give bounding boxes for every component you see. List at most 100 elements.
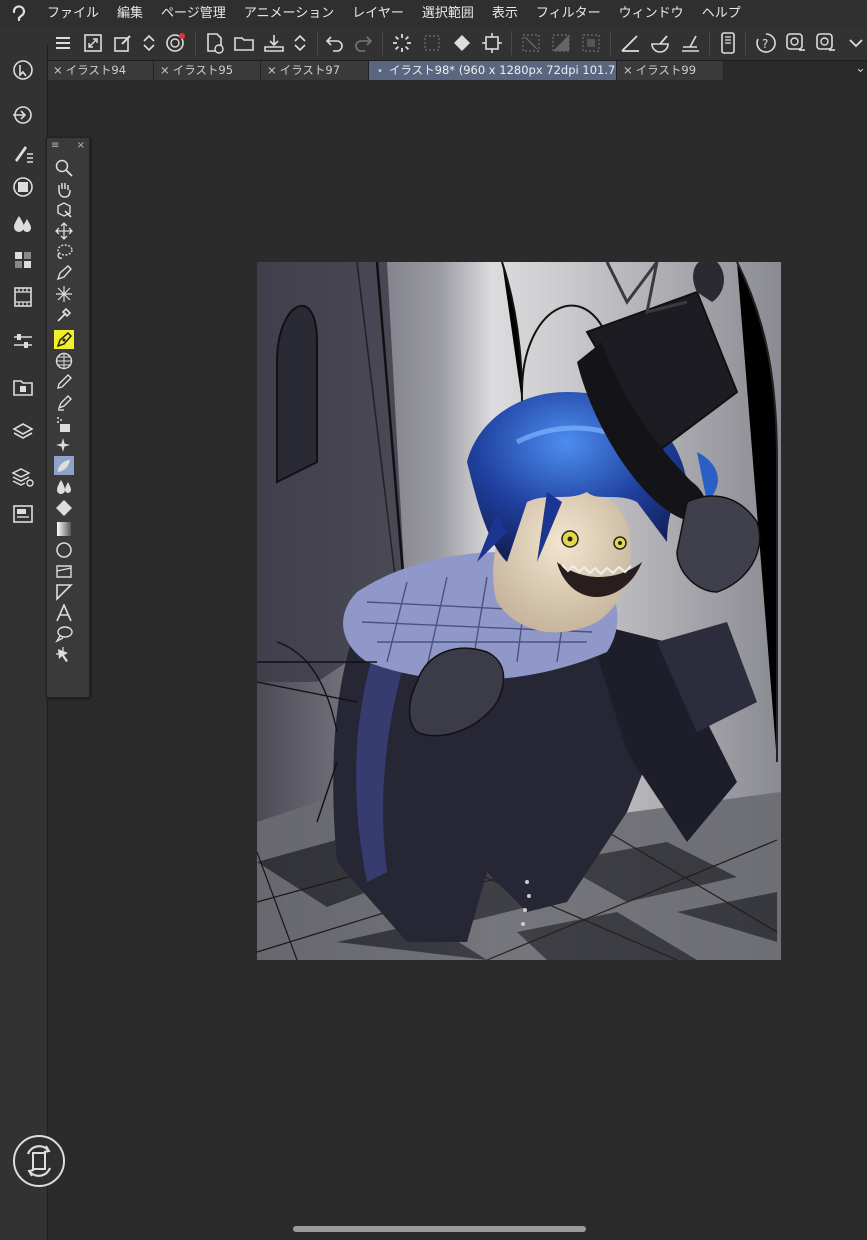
svg-text:?: ? xyxy=(762,37,768,51)
layer-icon[interactable] xyxy=(9,418,37,446)
fill-tool-icon[interactable] xyxy=(54,498,74,517)
color-circle-icon[interactable] xyxy=(9,173,37,201)
eyedropper-icon[interactable] xyxy=(54,305,74,324)
up-down-icon[interactable] xyxy=(136,30,162,56)
text-icon[interactable] xyxy=(54,603,74,622)
sync-icon[interactable] xyxy=(12,1134,66,1188)
menu-bar: ファイル 編集 ページ管理 アニメーション レイヤー 選択範囲 表示 フィルター… xyxy=(0,0,867,27)
blend-icon[interactable] xyxy=(54,456,74,475)
undo-icon[interactable] xyxy=(322,30,348,56)
navigator-icon[interactable] xyxy=(9,56,37,84)
tab-label: イラスト95 xyxy=(172,63,234,77)
new-canvas-icon[interactable] xyxy=(201,30,227,56)
sub-tool-group-icon[interactable] xyxy=(9,101,37,129)
sub-tool-icon[interactable] xyxy=(813,30,839,56)
balloon-icon[interactable] xyxy=(54,624,74,643)
transform-icon[interactable] xyxy=(479,30,505,56)
menu-help[interactable]: ヘルプ xyxy=(693,0,750,27)
special-ruler-icon[interactable] xyxy=(647,30,673,56)
modified-dot-icon: • xyxy=(377,66,383,77)
correct-line-icon[interactable] xyxy=(54,645,74,664)
menu-edit[interactable]: 編集 xyxy=(108,0,152,27)
open-folder-icon[interactable] xyxy=(231,30,257,56)
menu-animation[interactable]: アニメーション xyxy=(235,0,343,27)
decoration-grid-icon[interactable] xyxy=(54,351,74,370)
quick-access-icon[interactable] xyxy=(783,30,809,56)
spiral-icon[interactable] xyxy=(162,30,188,56)
material-icon[interactable] xyxy=(9,373,37,401)
fullscreen-icon[interactable] xyxy=(80,30,106,56)
menu-window[interactable]: ウィンドウ xyxy=(610,0,693,27)
ellipse-icon[interactable] xyxy=(54,540,74,559)
left-panel-rail xyxy=(0,45,48,1240)
home-indicator[interactable] xyxy=(293,1226,586,1232)
illustration xyxy=(257,262,781,960)
ruler-icon[interactable] xyxy=(54,582,74,601)
color-set-icon[interactable] xyxy=(9,210,37,238)
menu-icon[interactable] xyxy=(50,30,76,56)
save-icon[interactable] xyxy=(261,30,287,56)
marker-icon[interactable] xyxy=(54,393,74,412)
close-icon[interactable]: × xyxy=(53,61,63,80)
select-all-icon[interactable] xyxy=(578,30,604,56)
tab-label: イラスト94 xyxy=(65,63,127,77)
more-icon[interactable] xyxy=(843,30,867,56)
clear-selection-icon[interactable] xyxy=(518,30,544,56)
close-icon[interactable]: × xyxy=(267,61,277,80)
sparkle-icon[interactable] xyxy=(54,435,74,454)
g-pen-icon[interactable] xyxy=(54,330,74,349)
command-bar: « › ? xyxy=(0,27,867,70)
help-icon[interactable]: ? xyxy=(753,30,779,56)
smartphone-icon[interactable] xyxy=(715,30,741,56)
close-icon[interactable]: × xyxy=(77,140,85,151)
menu-layer[interactable]: レイヤー xyxy=(343,0,413,27)
close-icon[interactable]: × xyxy=(160,61,170,80)
gradient-icon[interactable] xyxy=(54,519,74,538)
magic-wand-icon[interactable] xyxy=(54,284,74,303)
lasso-icon[interactable] xyxy=(54,242,74,261)
history-icon[interactable] xyxy=(9,500,37,528)
frame-icon[interactable] xyxy=(54,561,74,580)
menu-view[interactable]: 表示 xyxy=(483,0,527,27)
brush-size-icon[interactable] xyxy=(9,138,37,166)
drawing-canvas[interactable] xyxy=(257,262,781,960)
tab-label: イラスト97 xyxy=(279,63,341,77)
hand-icon[interactable] xyxy=(54,179,74,198)
document-tab-bar: × イラスト94 × イラスト95 × イラスト97 • イラスト98* (960 x … xyxy=(47,61,867,80)
document-tab[interactable]: × イラスト97 xyxy=(261,61,369,80)
object-icon[interactable] xyxy=(54,200,74,219)
layer-property-icon[interactable] xyxy=(9,463,37,491)
pencil-icon[interactable] xyxy=(54,372,74,391)
zoom-icon[interactable] xyxy=(54,158,74,177)
close-icon[interactable]: × xyxy=(623,61,633,80)
deselect-icon[interactable] xyxy=(419,30,445,56)
menu-page[interactable]: ページ管理 xyxy=(152,0,235,27)
app-logo-icon[interactable] xyxy=(0,0,38,27)
document-tab-active[interactable]: • イラスト98* (960 x 1280px 72dpi 101.7%) xyxy=(369,61,617,80)
up-down-icon[interactable] xyxy=(287,30,313,56)
palette-header[interactable]: ≡ × xyxy=(47,138,89,152)
pen-icon[interactable] xyxy=(54,263,74,282)
tab-overflow-icon[interactable]: ⌄ xyxy=(855,61,866,76)
move-layer-icon[interactable] xyxy=(54,221,74,240)
menu-file[interactable]: ファイル xyxy=(38,0,108,27)
intermediate-color-icon[interactable] xyxy=(9,246,37,274)
animation-icon[interactable] xyxy=(9,283,37,311)
invert-selection-icon[interactable] xyxy=(548,30,574,56)
document-tab[interactable]: × イラスト99 xyxy=(617,61,724,80)
palette-grip-icon[interactable]: ≡ xyxy=(51,140,59,151)
edit-export-icon[interactable] xyxy=(110,30,136,56)
document-tab[interactable]: × イラスト94 xyxy=(47,61,154,80)
tab-label: イラスト98* (960 x 1280px 72dpi 101.7%) xyxy=(388,63,617,77)
ruler-snap-icon[interactable] xyxy=(617,30,643,56)
menu-selection[interactable]: 選択範囲 xyxy=(413,0,483,27)
loading-icon[interactable] xyxy=(389,30,415,56)
redo-icon[interactable] xyxy=(350,30,376,56)
tool-property-icon[interactable] xyxy=(9,327,37,355)
document-tab[interactable]: × イラスト95 xyxy=(154,61,261,80)
menu-filter[interactable]: フィルター xyxy=(527,0,610,27)
fill-icon[interactable] xyxy=(449,30,475,56)
grid-snap-icon[interactable] xyxy=(677,30,703,56)
watercolor-icon[interactable] xyxy=(54,477,74,496)
airbrush-icon[interactable] xyxy=(54,414,74,433)
